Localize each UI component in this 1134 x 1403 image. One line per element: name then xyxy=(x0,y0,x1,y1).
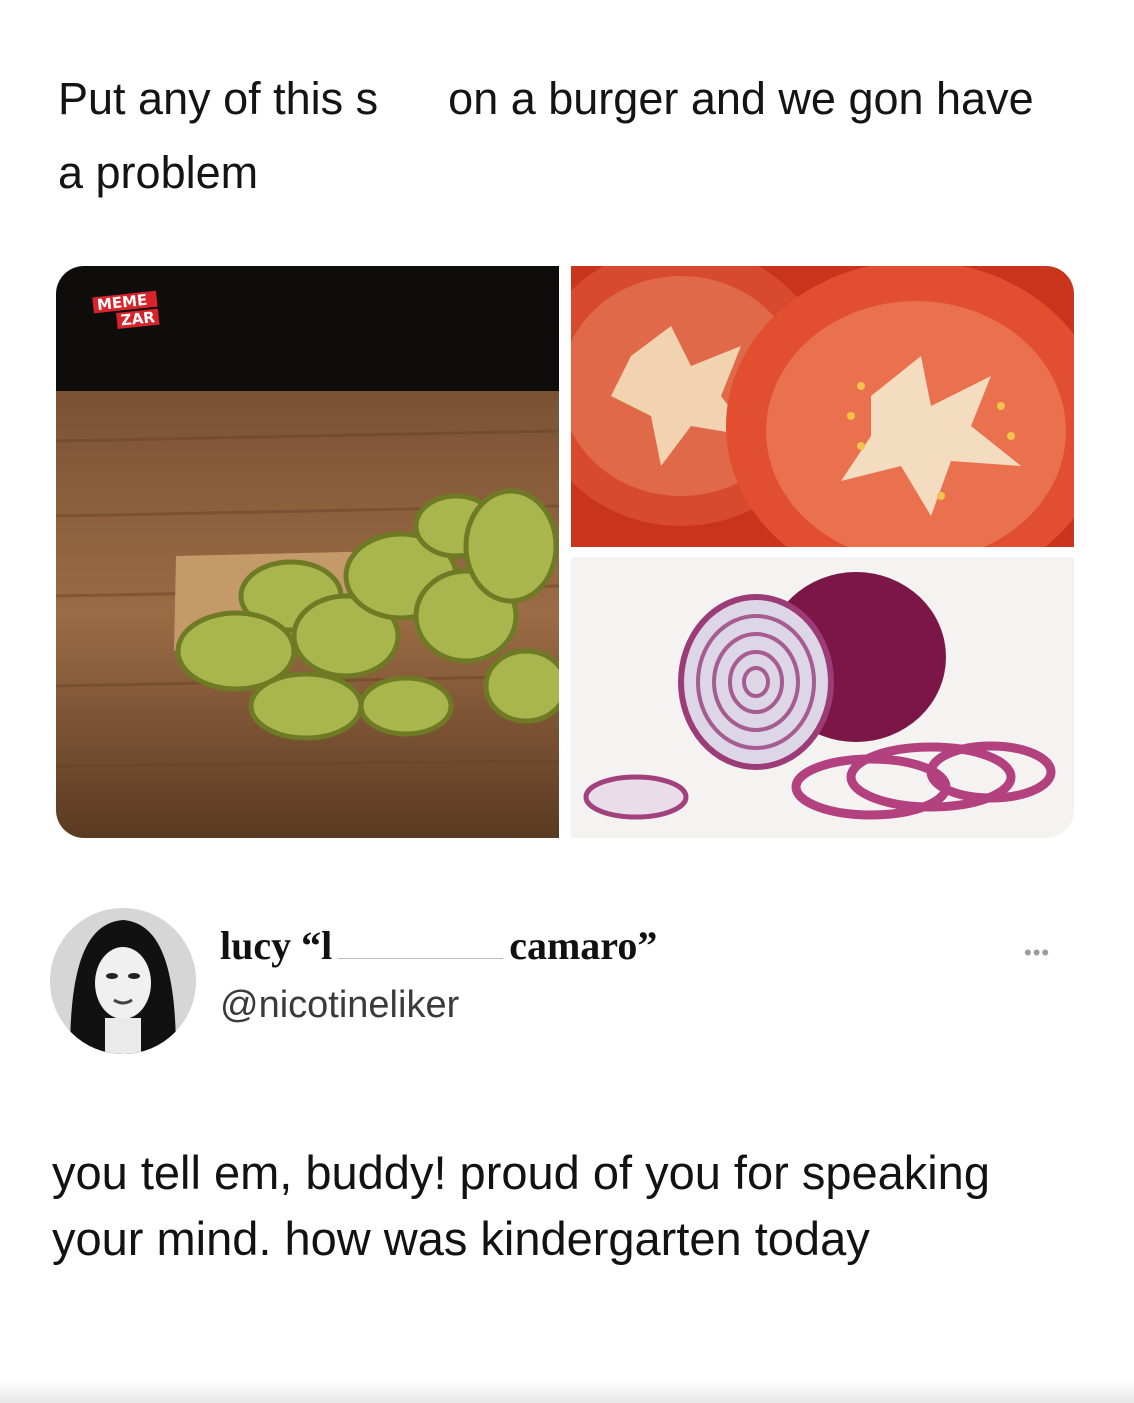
tomato-image[interactable] xyxy=(571,266,1074,547)
author-name[interactable]: lucy “l camaro” xyxy=(220,922,657,969)
reply-tweet-text: you tell em, buddy! proud of you for spe… xyxy=(52,1146,990,1265)
onion-illustration xyxy=(571,557,1074,838)
tomato-illustration xyxy=(571,266,1074,547)
pickles-image[interactable]: MEME ZAR xyxy=(56,266,559,838)
media-grid: MEME ZAR xyxy=(56,266,1074,838)
author-name-part2: camaro” xyxy=(509,923,658,968)
onion-image[interactable] xyxy=(571,557,1074,838)
avatar-portrait xyxy=(50,908,196,1054)
avatar[interactable] xyxy=(50,908,196,1054)
quoted-tweet-text: Put any of this s on a burger and we gon … xyxy=(58,62,1058,210)
quoted-tweet-text-part1: Put any of this s xyxy=(58,73,379,124)
bottom-edge-fade xyxy=(0,1380,1134,1403)
watermark-line2: ZAR xyxy=(116,308,160,330)
pickles-illustration xyxy=(56,266,559,838)
author-handle[interactable]: @nicotineliker xyxy=(220,984,459,1027)
memezar-watermark: MEME ZAR xyxy=(92,290,160,333)
more-options-icon[interactable]: ••• xyxy=(1024,940,1050,966)
redacted-name-part xyxy=(338,928,504,959)
author-name-part1: lucy “l xyxy=(220,923,333,968)
